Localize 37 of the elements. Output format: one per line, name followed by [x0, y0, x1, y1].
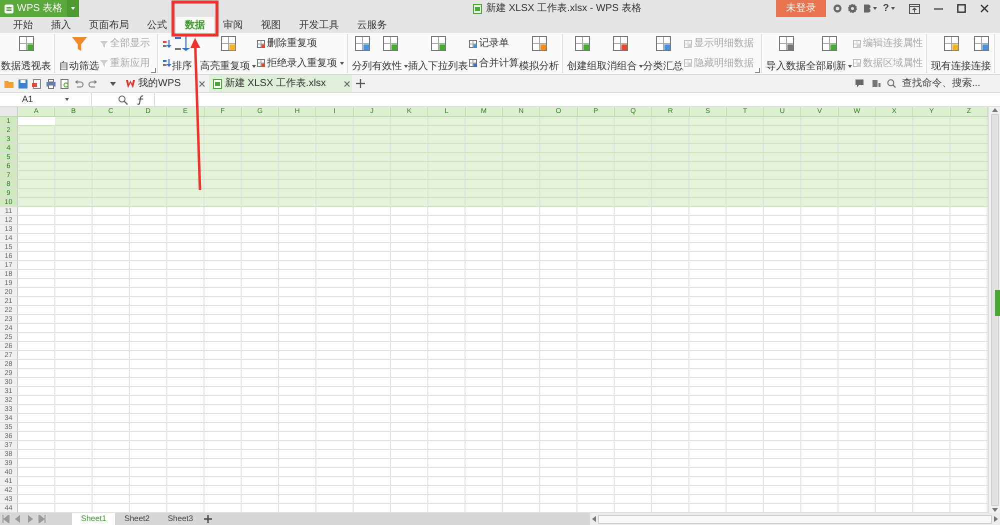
app-menu-button[interactable]: WPS 表格: [0, 0, 67, 17]
ribbon-tab[interactable]: 开发工具: [290, 17, 348, 33]
ribbon-button[interactable]: 数据透视表: [1, 34, 51, 73]
ribbon-button[interactable]: 全部刷新: [806, 34, 852, 73]
ribbon-button[interactable]: 连接: [971, 34, 991, 73]
ribbon-button[interactable]: 分列: [352, 34, 372, 73]
search-field[interactable]: 查找命令、搜索...: [900, 76, 996, 91]
ribbon-button[interactable]: 现有连接: [931, 34, 971, 73]
document-tab[interactable]: 新建 XLSX 工作表.xlsx: [208, 75, 330, 92]
sheet-tab[interactable]: Sheet2: [115, 513, 159, 525]
ribbon-button[interactable]: 记录单: [468, 34, 519, 53]
help-button[interactable]: ?: [880, 0, 898, 17]
ribbon-tab[interactable]: 页面布局: [80, 17, 138, 33]
ribbon-button[interactable]: 有效性: [372, 34, 408, 73]
login-button[interactable]: 未登录: [776, 0, 826, 17]
ribbon-tab[interactable]: 视图: [252, 17, 290, 33]
ribbon-tab[interactable]: 开始: [4, 17, 42, 33]
ribbon-button[interactable]: 拒绝录入重复项: [256, 54, 344, 72]
ribbon-tab[interactable]: 插入: [42, 17, 80, 33]
ribbon-tab[interactable]: 审阅: [214, 17, 252, 33]
document-tab[interactable]: 我的WPS: [122, 75, 185, 92]
sheet-tab[interactable]: Sheet3: [158, 513, 202, 525]
ribbon-button[interactable]: 排序: [172, 34, 192, 73]
ribbon-button[interactable]: 分类汇总: [643, 34, 683, 73]
ribbon-button[interactable]: 取消组合: [597, 34, 643, 73]
window-title: 新建 XLSX 工作表.xlsx - WPS 表格: [486, 3, 642, 14]
ribbon-tab[interactable]: 云服务: [348, 17, 396, 33]
ribbon-button[interactable]: 创建组: [567, 34, 597, 73]
ribbon-button[interactable]: 模拟分析: [519, 34, 559, 73]
ribbon-tab[interactable]: 公式: [138, 17, 176, 33]
ribbon-button[interactable]: 插入下拉列表: [408, 34, 468, 73]
sheet-tab[interactable]: Sheet1: [72, 513, 116, 525]
ribbon-tab[interactable]: 数据: [176, 17, 214, 33]
ribbon-button[interactable]: 删除重复项: [256, 34, 344, 53]
ribbon-button[interactable]: 导入数据: [766, 34, 806, 73]
ribbon-button[interactable]: 自动筛选: [59, 34, 99, 73]
ribbon-button[interactable]: 合并计算: [468, 54, 519, 72]
